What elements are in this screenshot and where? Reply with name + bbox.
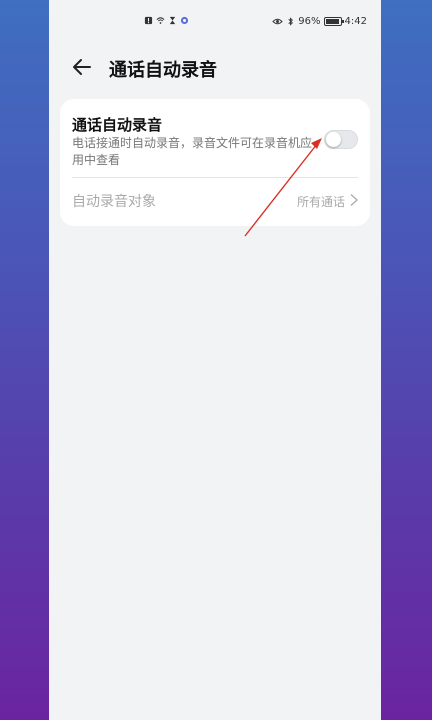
record-target-row[interactable]: 自动录音对象 所有通话 bbox=[60, 178, 370, 224]
wifi-icon bbox=[156, 17, 165, 24]
record-target-value: 所有通话 bbox=[296, 195, 345, 209]
battery-icon bbox=[323, 17, 344, 26]
app-bar: 通话自动录音 bbox=[49, 50, 381, 84]
auto-record-title: 通话自动录音 bbox=[72, 116, 163, 134]
hourglass-icon bbox=[169, 16, 176, 25]
app-notification-icon bbox=[180, 16, 189, 25]
bluetooth-icon bbox=[288, 17, 294, 26]
page-title: 通话自动录音 bbox=[109, 60, 217, 81]
status-left-icons bbox=[144, 16, 189, 25]
auto-record-toggle[interactable] bbox=[324, 130, 358, 149]
eye-icon bbox=[272, 18, 283, 25]
alert-icon bbox=[144, 16, 153, 25]
chevron-right-icon bbox=[350, 194, 358, 206]
settings-card: 通话自动录音 电话接通时自动录音，录音文件可在录音机应用中查看 自动录音对象 所… bbox=[60, 99, 370, 226]
toggle-knob bbox=[326, 132, 341, 147]
status-time: 4:42 bbox=[344, 16, 367, 27]
record-target-label: 自动录音对象 bbox=[72, 194, 156, 210]
back-arrow-icon[interactable] bbox=[69, 54, 95, 80]
status-right-icons: 96% 4:42 bbox=[272, 16, 367, 27]
status-bar: 96% 4:42 bbox=[49, 0, 381, 28]
phone-screen: 96% 4:42 通话自动录音 通话自动录音 电话接通时自动录音，录音文件可在录… bbox=[49, 0, 381, 720]
auto-record-description: 电话接通时自动录音，录音文件可在录音机应用中查看 bbox=[72, 136, 313, 167]
battery-percent: 96% bbox=[298, 16, 321, 27]
